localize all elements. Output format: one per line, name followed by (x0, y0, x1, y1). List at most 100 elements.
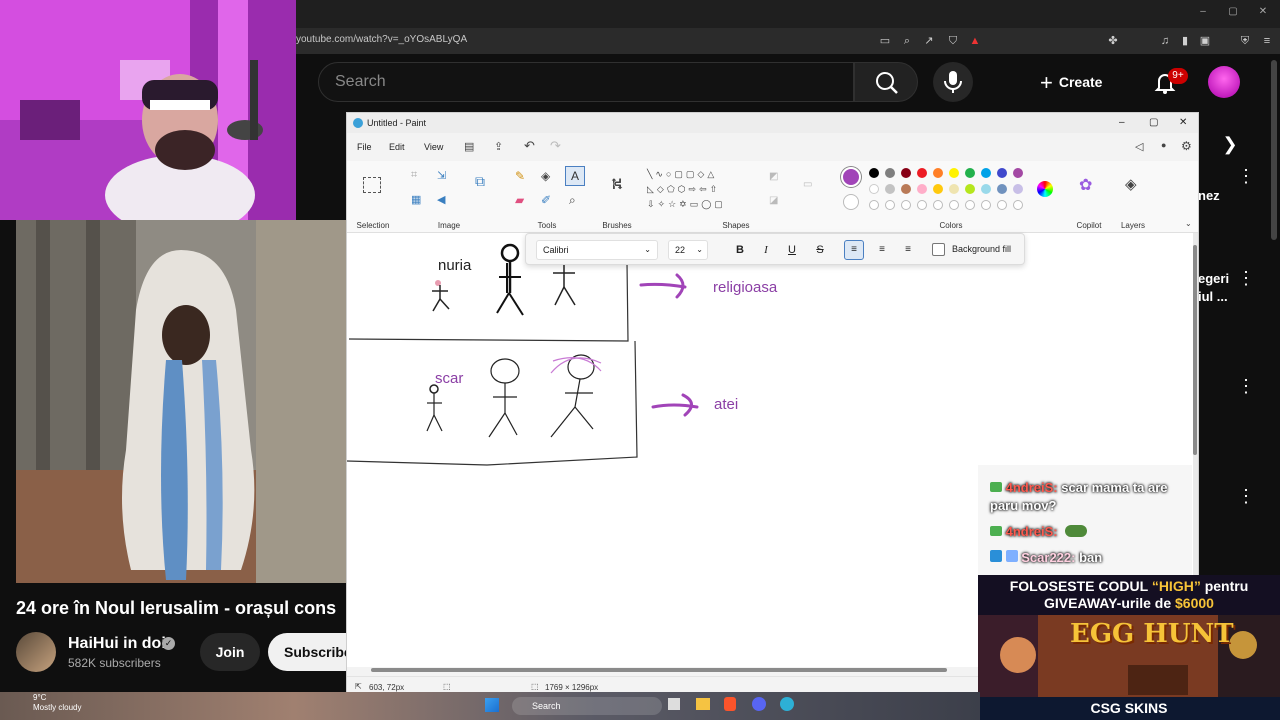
voice-search-button[interactable] (933, 62, 973, 102)
color-swatch[interactable] (1013, 184, 1023, 194)
resize-icon[interactable]: ⇲ (437, 169, 446, 182)
more-options-icon[interactable]: ⋮ (1236, 376, 1256, 396)
color-swatch[interactable] (869, 184, 879, 194)
shape-outline-icon[interactable]: ◩ (769, 171, 778, 182)
account-avatar[interactable] (1208, 66, 1240, 98)
more-options-icon[interactable]: ⋮ (1236, 166, 1256, 186)
image-select-icon[interactable]: ⧉ (475, 173, 485, 190)
shape-fill-icon[interactable]: ◪ (769, 195, 778, 206)
search-input[interactable]: Search (318, 62, 854, 102)
font-family-select[interactable]: Calibri ⌄ (536, 240, 658, 260)
sidebar-icon[interactable]: ▮ (1178, 34, 1192, 48)
taskbar-search[interactable]: Search (512, 697, 662, 715)
paint-minimize-button[interactable]: – (1119, 113, 1125, 133)
redo-icon[interactable]: ↷ (550, 138, 561, 154)
search-button[interactable] (854, 62, 918, 102)
window-close-button[interactable]: ✕ (1256, 6, 1270, 20)
channel-name[interactable]: HaiHui in doi (68, 635, 166, 653)
horizontal-scrollbar[interactable] (371, 668, 947, 672)
paint-close-button[interactable]: ✕ (1179, 113, 1187, 133)
menu-icon[interactable]: ≡ (1260, 34, 1274, 48)
more-options-icon[interactable]: ⋮ (1236, 268, 1256, 288)
color-swatch[interactable] (917, 200, 927, 210)
shape-size-icon[interactable]: ▭ (803, 179, 812, 190)
window-maximize-button[interactable]: ▢ (1226, 6, 1240, 20)
text-tool-button[interactable]: A (565, 166, 585, 186)
italic-button[interactable]: I (758, 242, 774, 258)
color-swatch[interactable] (885, 168, 895, 178)
color-picker-icon[interactable]: ✐ (541, 193, 551, 207)
color-swatch[interactable] (933, 184, 943, 194)
windows-start-icon[interactable] (485, 698, 499, 712)
color-swatch[interactable] (997, 200, 1007, 210)
url-text[interactable]: youtube.com/watch?v=_oYOsABLyQA (296, 34, 467, 45)
secondary-color[interactable] (843, 194, 859, 210)
warning-icon[interactable]: ▲ (968, 34, 982, 48)
color-swatch[interactable] (901, 184, 911, 194)
color-swatch[interactable] (981, 168, 991, 178)
font-size-select[interactable]: 22 ⌄ (668, 240, 708, 260)
share-icon[interactable]: ⇪ (494, 140, 503, 153)
brush-icon[interactable]: ⛕ (611, 175, 623, 195)
align-right-button[interactable]: ≡ (900, 242, 916, 258)
next-arrow-icon[interactable]: ❯ (1220, 134, 1240, 154)
color-swatch[interactable] (901, 200, 911, 210)
color-swatch[interactable] (1013, 168, 1023, 178)
cast-icon[interactable]: ▭ (878, 34, 892, 48)
color-swatch[interactable] (965, 168, 975, 178)
color-swatch[interactable] (965, 184, 975, 194)
page-scrollbar[interactable] (1271, 60, 1277, 240)
subscribe-button[interactable]: Subscribe (268, 633, 358, 671)
paint-maximize-button[interactable]: ▢ (1149, 113, 1158, 133)
color-swatch[interactable] (933, 200, 943, 210)
align-left-button[interactable]: ≡ (844, 240, 864, 260)
music-icon[interactable]: ♫ (1158, 34, 1172, 48)
fill-icon[interactable]: ◈ (541, 169, 550, 183)
color-swatch[interactable] (981, 184, 991, 194)
pencil-icon[interactable]: ✎ (515, 169, 525, 183)
vpn-icon[interactable]: ⛨ (1238, 34, 1252, 48)
join-button[interactable]: Join (200, 633, 260, 671)
color-swatch[interactable] (997, 184, 1007, 194)
color-swatch[interactable] (869, 168, 879, 178)
selection-tool[interactable] (363, 177, 381, 193)
file-explorer-icon[interactable] (696, 698, 710, 710)
color-swatch[interactable] (917, 184, 927, 194)
eraser-icon[interactable]: ▰ (515, 193, 524, 207)
shapes-gallery[interactable]: ╲∿○▢▢◇△ ◺◇⬠⬡⇨⇦⇧ ⇩✧☆✡▭◯▢ (647, 167, 753, 215)
share-icon[interactable]: ↗ (922, 34, 936, 48)
save-icon[interactable]: ▤ (464, 140, 474, 153)
menu-view[interactable]: View (424, 142, 443, 152)
color-swatch[interactable] (885, 200, 895, 210)
video-player[interactable] (16, 220, 346, 583)
layers-icon[interactable]: ◈ (1125, 175, 1137, 193)
weather-widget[interactable]: 9°C Mostly cloudy (18, 693, 81, 713)
color-swatch[interactable] (917, 168, 927, 178)
color-swatch[interactable] (901, 168, 911, 178)
vertical-scrollbar[interactable] (1193, 245, 1197, 455)
taskbar-app-icon[interactable] (668, 698, 680, 710)
color-swatch[interactable] (965, 200, 975, 210)
feedback-icon[interactable]: ◁ (1135, 140, 1143, 153)
undo-icon[interactable]: ↶ (524, 138, 535, 154)
extensions-icon[interactable]: ✤ (1106, 34, 1120, 48)
color-swatch[interactable] (981, 200, 991, 210)
account-icon[interactable]: ● (1161, 140, 1166, 150)
bold-button[interactable]: B (732, 242, 748, 258)
color-swatch[interactable] (1013, 200, 1023, 210)
edit-colors-icon[interactable] (1037, 181, 1053, 197)
menu-edit[interactable]: Edit (389, 142, 405, 152)
shield-icon[interactable]: ⛉ (946, 34, 960, 48)
create-button[interactable]: + Create (1040, 62, 1136, 102)
more-options-icon[interactable]: ⋮ (1236, 486, 1256, 506)
color-palette[interactable] (869, 168, 1029, 216)
color-swatch[interactable] (869, 200, 879, 210)
recommendation-title-fragment[interactable]: nez (1198, 188, 1220, 203)
remove-bg-icon[interactable]: ▦ (411, 193, 421, 206)
brave-browser-icon[interactable] (724, 697, 736, 711)
discord-icon[interactable] (752, 697, 766, 711)
window-minimize-button[interactable]: – (1196, 6, 1210, 20)
color-swatch[interactable] (949, 168, 959, 178)
rotate-icon[interactable]: ◀ (437, 193, 445, 206)
primary-color[interactable] (841, 167, 861, 187)
